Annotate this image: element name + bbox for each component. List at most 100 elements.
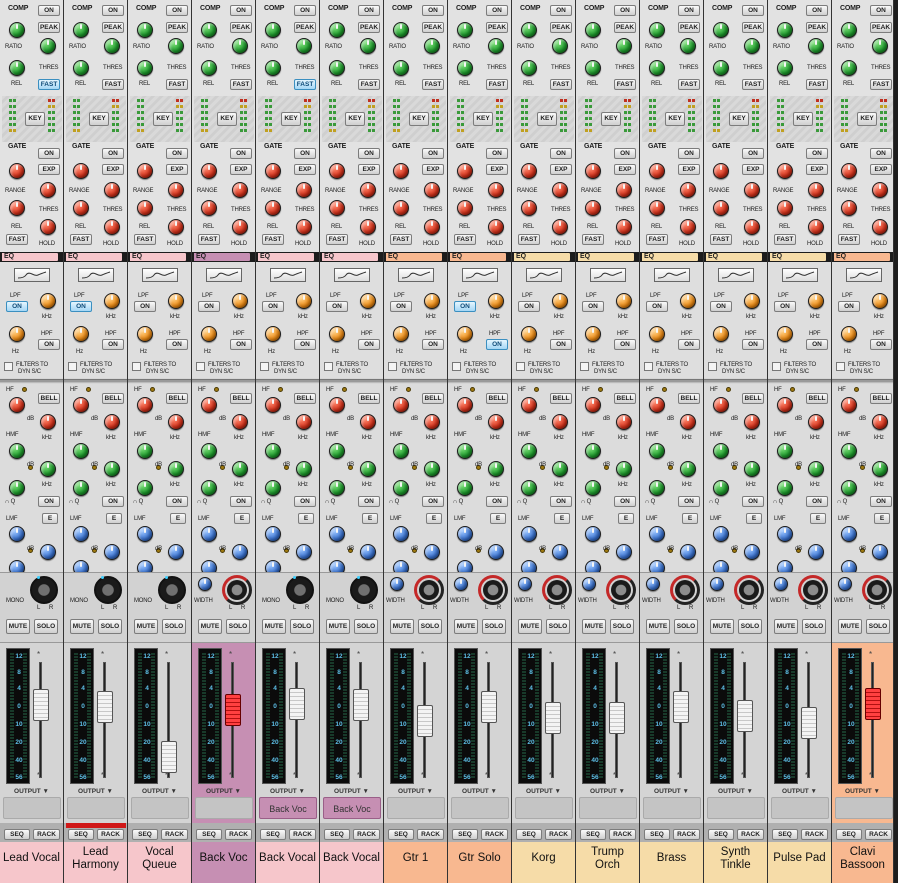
mute-button[interactable]: MUTE [262, 619, 286, 634]
lpf-freq-knob[interactable] [552, 293, 568, 309]
gate-release-knob[interactable] [713, 200, 729, 216]
seq-button[interactable]: SEQ [132, 829, 158, 840]
width-knob[interactable] [710, 577, 724, 591]
lmf-freq-knob[interactable] [104, 544, 120, 560]
gate-fast-button[interactable]: FAST [70, 234, 92, 245]
bell-button[interactable]: BELL [870, 393, 892, 404]
exp-button[interactable]: EXP [614, 164, 636, 175]
gate-fast-button[interactable]: FAST [518, 234, 540, 245]
hmf-gain-knob[interactable] [137, 443, 153, 459]
gate-threshold-knob[interactable] [808, 182, 824, 198]
gate-on-button[interactable]: ON [166, 148, 188, 159]
lmf-gain-knob[interactable] [265, 526, 281, 542]
lmf-freq-knob[interactable] [296, 544, 312, 560]
hold-knob[interactable] [872, 219, 888, 235]
output-destination[interactable] [195, 797, 253, 819]
hmf-q-knob[interactable] [9, 480, 25, 496]
hpf-freq-knob[interactable] [713, 326, 729, 342]
filters-to-dyn-checkbox[interactable] [132, 362, 141, 371]
key-button[interactable]: KEY [601, 112, 621, 126]
hf-freq-knob[interactable] [40, 414, 56, 430]
lpf-on-button[interactable]: ON [198, 301, 220, 312]
filters-to-dyn-checkbox[interactable] [196, 362, 205, 371]
ratio-knob[interactable] [841, 22, 857, 38]
gate-release-knob[interactable] [201, 200, 217, 216]
key-button[interactable]: KEY [345, 112, 365, 126]
threshold-knob[interactable] [616, 38, 632, 54]
hmf-on-button[interactable]: ON [614, 496, 636, 507]
lmf-freq-knob[interactable] [360, 544, 376, 560]
output-destination[interactable] [515, 797, 573, 819]
lmf-gain-knob[interactable] [457, 526, 473, 542]
hpf-on-button[interactable]: ON [422, 339, 444, 350]
hmf-q-knob[interactable] [777, 480, 793, 496]
lmf-freq-knob[interactable] [552, 544, 568, 560]
threshold-knob[interactable] [488, 38, 504, 54]
key-button[interactable]: KEY [281, 112, 301, 126]
ratio-knob[interactable] [521, 22, 537, 38]
gate-range-knob[interactable] [521, 163, 537, 179]
gate-on-button[interactable]: ON [230, 148, 252, 159]
comp-on-button[interactable]: ON [166, 5, 188, 16]
eq-curve-display[interactable] [462, 268, 498, 282]
rack-button[interactable]: RACK [161, 829, 188, 840]
pan-knob[interactable] [30, 576, 58, 604]
hold-knob[interactable] [296, 219, 312, 235]
hf-freq-knob[interactable] [488, 414, 504, 430]
mute-button[interactable]: MUTE [582, 619, 606, 634]
solo-button[interactable]: SOLO [98, 619, 122, 634]
key-button[interactable]: KEY [153, 112, 173, 126]
gate-release-knob[interactable] [265, 200, 281, 216]
filters-to-dyn-checkbox[interactable] [644, 362, 653, 371]
output-destination[interactable] [451, 797, 509, 819]
gate-on-button[interactable]: ON [294, 148, 316, 159]
hf-gain-knob[interactable] [265, 397, 281, 413]
stereo-pan-knob[interactable] [867, 580, 887, 600]
lmf-gain-knob[interactable] [393, 526, 409, 542]
eq-curve-display[interactable] [270, 268, 306, 282]
hf-freq-knob[interactable] [552, 414, 568, 430]
solo-button[interactable]: SOLO [546, 619, 570, 634]
peak-button[interactable]: PEAK [486, 22, 508, 33]
eq-curve-display[interactable] [398, 268, 434, 282]
solo-button[interactable]: SOLO [354, 619, 378, 634]
gate-fast-button[interactable]: FAST [326, 234, 348, 245]
bell-button[interactable]: BELL [422, 393, 444, 404]
peak-button[interactable]: PEAK [166, 22, 188, 33]
channel-name-bar[interactable]: Gtr Solo [448, 842, 511, 883]
hmf-freq-knob[interactable] [680, 461, 696, 477]
hf-freq-knob[interactable] [360, 414, 376, 430]
lmf-freq-knob[interactable] [424, 544, 440, 560]
output-label[interactable]: OUTPUT ▼ [384, 788, 447, 795]
bell-button[interactable]: BELL [550, 393, 572, 404]
key-button[interactable]: KEY [409, 112, 429, 126]
eq-curve-display[interactable] [334, 268, 370, 282]
hold-knob[interactable] [360, 219, 376, 235]
gate-threshold-knob[interactable] [488, 182, 504, 198]
eq-curve-display[interactable] [782, 268, 818, 282]
hmf-freq-knob[interactable] [104, 461, 120, 477]
output-label[interactable]: OUTPUT ▼ [448, 788, 511, 795]
eq-curve-display[interactable] [526, 268, 562, 282]
volume-fader[interactable] [609, 701, 625, 734]
seq-button[interactable]: SEQ [580, 829, 606, 840]
comp-on-button[interactable]: ON [486, 5, 508, 16]
width-knob[interactable] [390, 577, 404, 591]
gate-fast-button[interactable]: FAST [198, 234, 220, 245]
seq-button[interactable]: SEQ [644, 829, 670, 840]
hf-gain-knob[interactable] [585, 397, 601, 413]
lpf-freq-knob[interactable] [808, 293, 824, 309]
lpf-on-button[interactable]: ON [582, 301, 604, 312]
key-button[interactable]: KEY [729, 112, 749, 126]
seq-button[interactable]: SEQ [772, 829, 798, 840]
gate-release-knob[interactable] [521, 200, 537, 216]
peak-button[interactable]: PEAK [230, 22, 252, 33]
lmf-gain-knob[interactable] [9, 526, 25, 542]
gate-range-knob[interactable] [265, 163, 281, 179]
exp-button[interactable]: EXP [870, 164, 892, 175]
volume-fader[interactable] [865, 688, 881, 721]
peak-button[interactable]: PEAK [614, 22, 636, 33]
release-knob[interactable] [201, 60, 217, 76]
comp-on-button[interactable]: ON [358, 5, 380, 16]
lpf-on-button[interactable]: ON [646, 301, 668, 312]
